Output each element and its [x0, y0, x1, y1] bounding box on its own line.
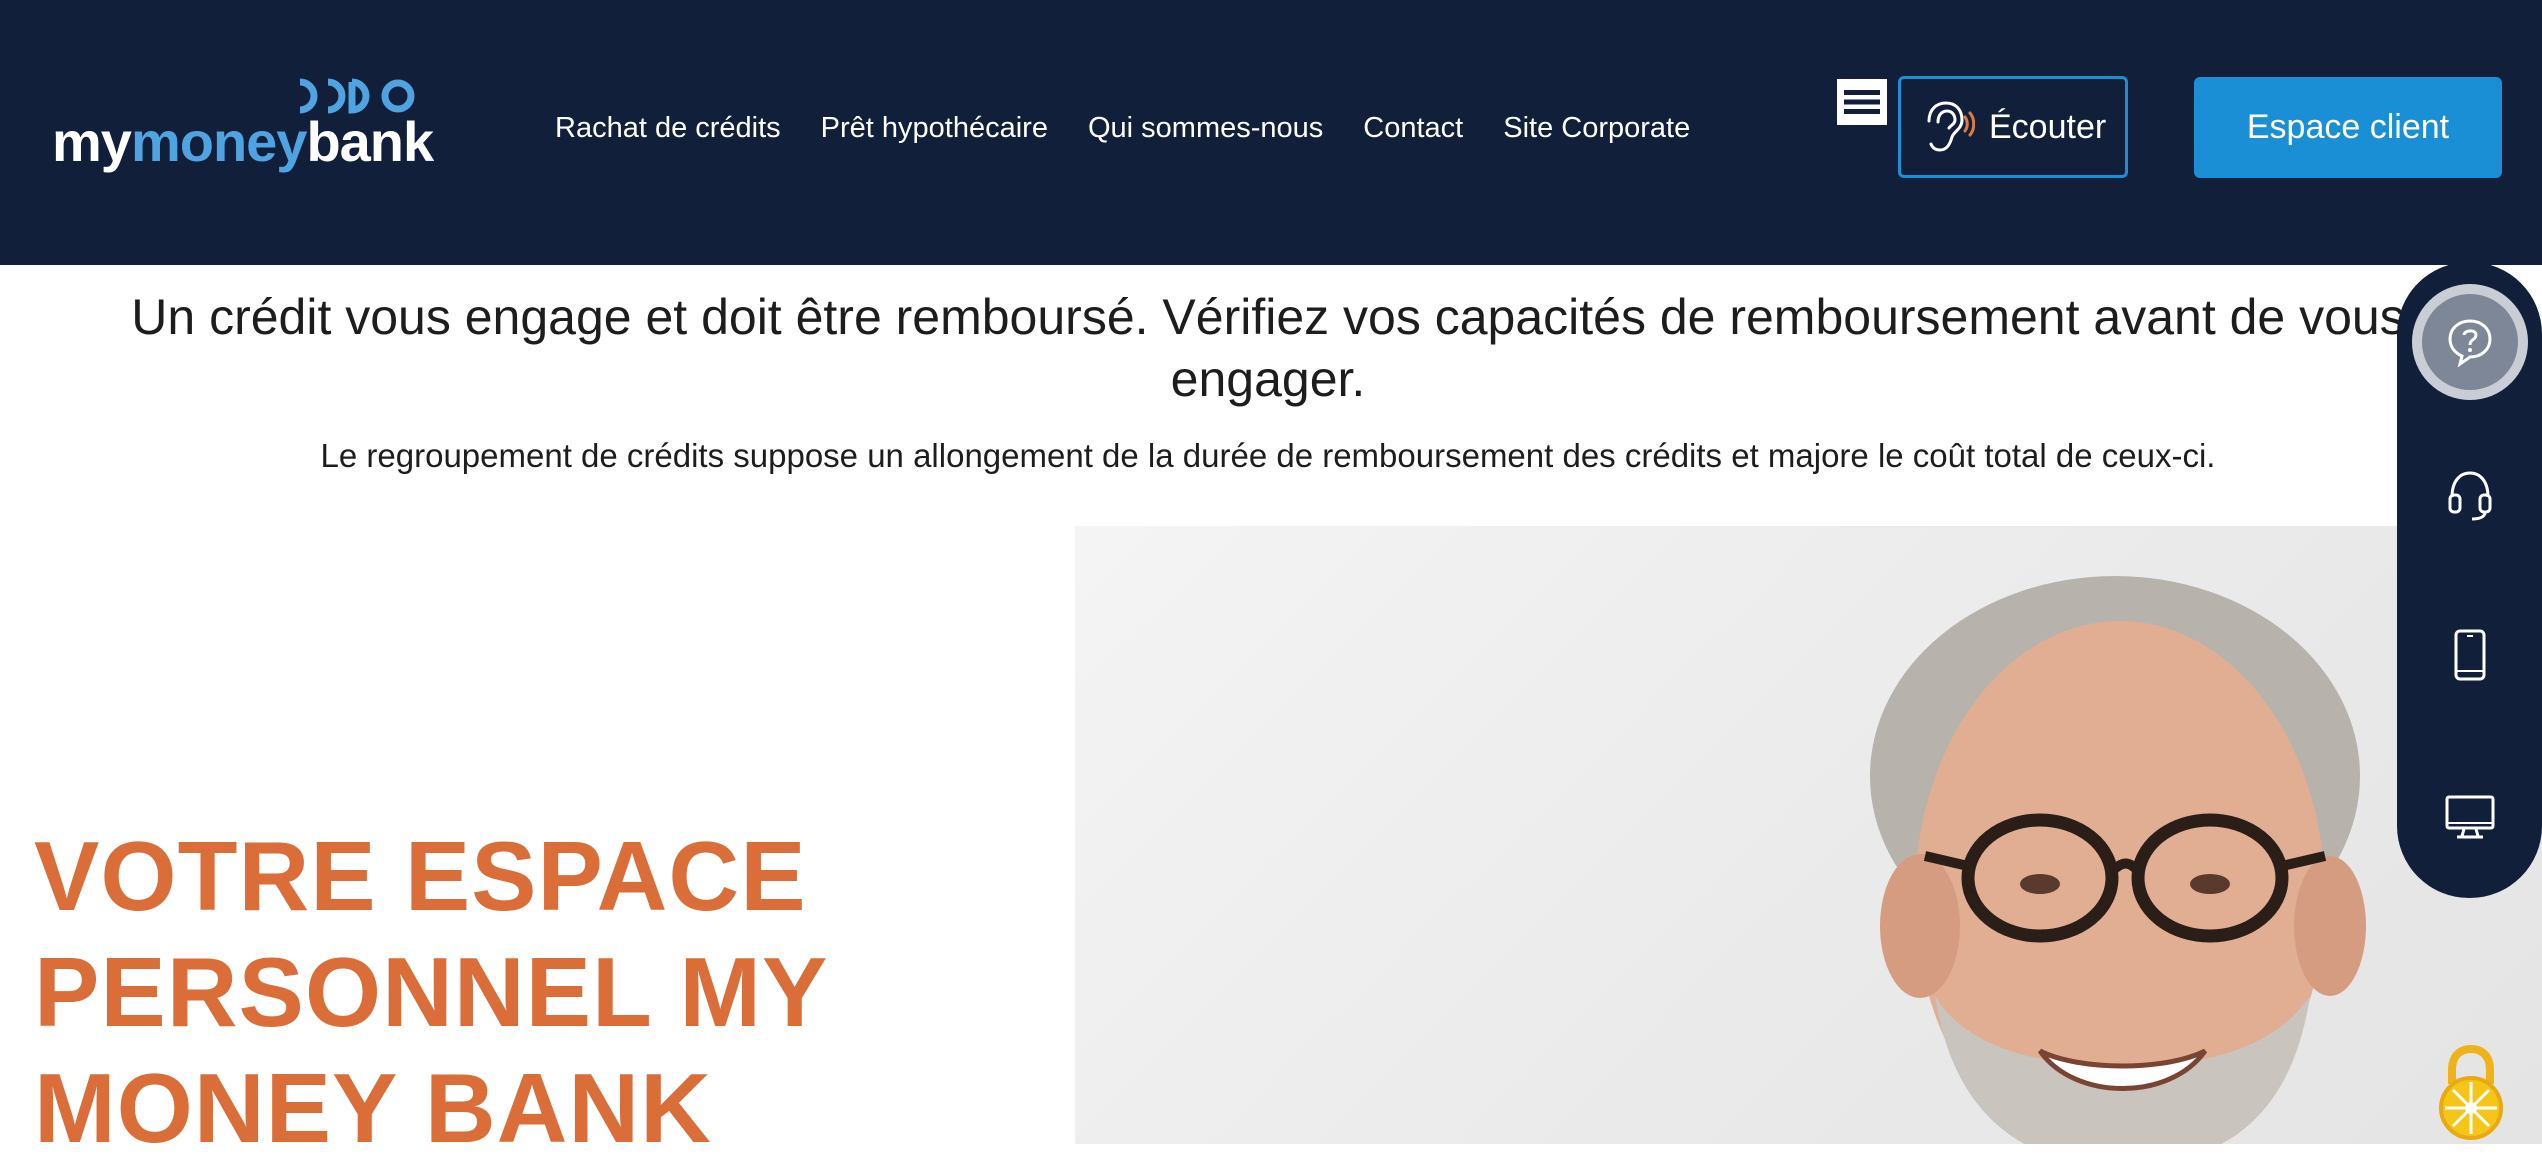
- credit-warning-notice: Un crédit vous engage et doit être rembo…: [131, 289, 2405, 407]
- espace-client-button[interactable]: Espace client: [2194, 77, 2502, 178]
- logo-mark-icon: [290, 78, 418, 114]
- desktop-icon: [2445, 795, 2494, 839]
- smiling-man-photo: [1870, 576, 2366, 1144]
- credit-regroupement-notice: Le regroupement de crédits suppose un al…: [320, 437, 2216, 474]
- hero-headline: VOTRE ESPACE PERSONNEL MY MONEY BANK: [34, 821, 827, 1163]
- logo-text-money: money: [130, 110, 307, 173]
- nav-qui-sommes-nous[interactable]: Qui sommes-nous: [1088, 112, 1323, 145]
- dock-help-button[interactable]: [2397, 284, 2542, 400]
- nav-site-corporate[interactable]: Site Corporate: [1503, 112, 1690, 145]
- contact-dock: [2397, 262, 2542, 898]
- mobile-icon: [2454, 629, 2485, 681]
- logo[interactable]: mymoneybank: [52, 78, 434, 178]
- logo-text-my: my: [52, 110, 132, 173]
- listen-label: Écouter: [1989, 107, 2107, 146]
- dock-mobile-button[interactable]: [2397, 628, 2542, 682]
- logo-text-bank: bank: [306, 110, 434, 173]
- listen-button[interactable]: Écouter: [1898, 76, 2128, 178]
- help-icon: [2447, 319, 2492, 367]
- menu-button[interactable]: [1834, 76, 1890, 128]
- nav-pret-hypothecaire[interactable]: Prêt hypothécaire: [821, 112, 1048, 145]
- site-header: mymoneybank Rachat de crédits Prêt hypot…: [0, 0, 2542, 265]
- nav-rachat-de-credits[interactable]: Rachat de crédits: [555, 112, 781, 145]
- dock-headset-button[interactable]: [2397, 468, 2542, 522]
- headset-icon: [2448, 471, 2491, 521]
- lock-icon[interactable]: [2436, 1044, 2506, 1140]
- ear-icon: [1927, 101, 1975, 152]
- nav-contact[interactable]: Contact: [1363, 112, 1463, 145]
- hero-image: [1075, 526, 2542, 1144]
- dock-desktop-button[interactable]: [2397, 794, 2542, 840]
- main-nav: Rachat de crédits Prêt hypothécaire Qui …: [555, 104, 1690, 152]
- hamburger-icon: [1844, 90, 1880, 114]
